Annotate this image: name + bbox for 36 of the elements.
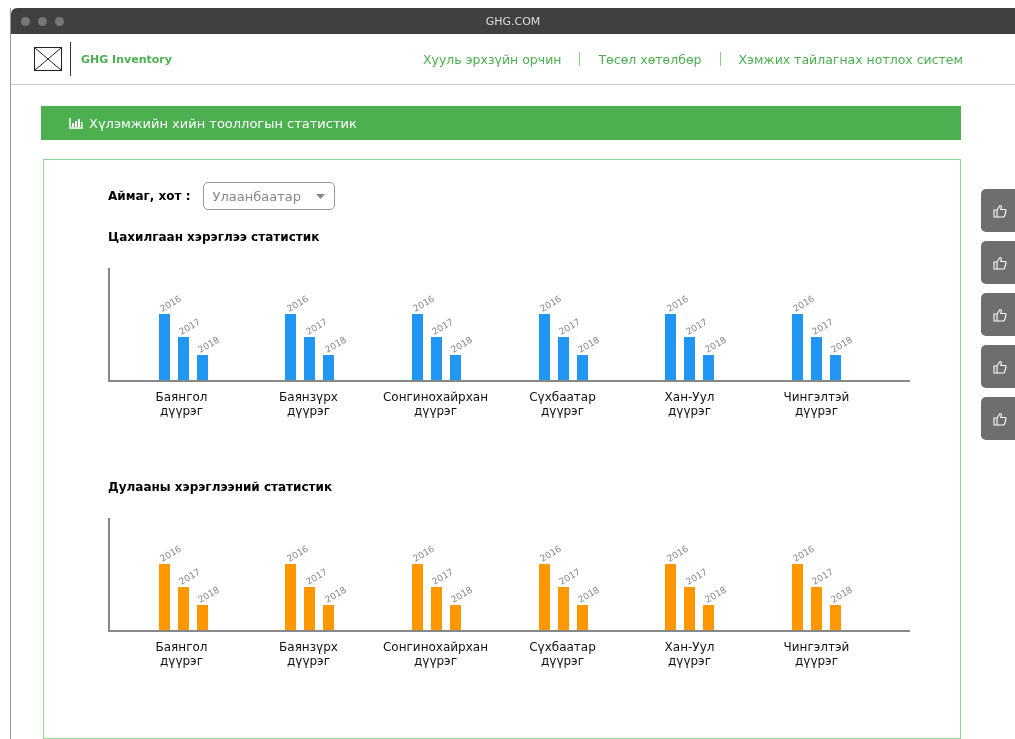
category-label: Баянгол дүүрэг [155, 640, 208, 668]
category-label: Сүхбаатар дүүрэг [529, 640, 596, 668]
category-label: Чингэлтэй дүүрэг [783, 640, 850, 668]
city-dropdown[interactable]: Улаанбаатар [202, 182, 335, 210]
thumbs-up-icon [993, 307, 1007, 322]
bar-chart-icon [69, 117, 83, 129]
like-button[interactable] [981, 241, 1015, 284]
category-label: Хан-Уул дүүрэг [664, 640, 715, 668]
like-button[interactable] [981, 345, 1015, 388]
window-title: GHG.COM [485, 14, 541, 28]
image-placeholder-icon [34, 47, 62, 71]
nav-link[interactable]: Төсөл хөтөлбөр [598, 51, 702, 67]
nav-link[interactable]: Хэмжих тайлагнах нотлох систем [738, 51, 963, 67]
filter-label: Аймаг, хот : [108, 189, 191, 203]
chart-title: Дулааны хэрэглээний статистик [108, 480, 334, 494]
category-label: Сүхбаатар дүүрэг [529, 390, 596, 418]
thumbs-up-icon [993, 359, 1007, 374]
thumbs-up-icon [993, 203, 1007, 218]
thumbs-up-icon [993, 411, 1007, 426]
category-label: Хан-Уул дүүрэг [664, 390, 715, 418]
like-button[interactable] [981, 397, 1015, 440]
like-button[interactable] [981, 189, 1015, 232]
category-label: Сонгинохайрхан дүүрэг [383, 640, 488, 668]
category-label: Баянзүрх дүүрэг [279, 640, 338, 668]
window-controls[interactable] [21, 17, 64, 26]
thumbs-up-icon [993, 255, 1007, 270]
nav-link[interactable]: Хууль эрхзүйн орчин [423, 51, 562, 67]
chart-title: Цахилгаан хэрэглээ статистик [108, 230, 321, 244]
like-button[interactable] [981, 293, 1015, 336]
category-label: Сонгинохайрхан дүүрэг [383, 390, 488, 418]
category-label: Чингэлтэй дүүрэг [783, 390, 850, 418]
caret-icon [315, 193, 325, 199]
brand-name: GHG Inventory [81, 52, 172, 66]
category-label: Баянзүрх дүүрэг [279, 390, 338, 418]
banner-title: Хүлэмжийн хийн тооллогын статистик [89, 115, 357, 131]
category-label: Баянгол дүүрэг [155, 390, 208, 418]
